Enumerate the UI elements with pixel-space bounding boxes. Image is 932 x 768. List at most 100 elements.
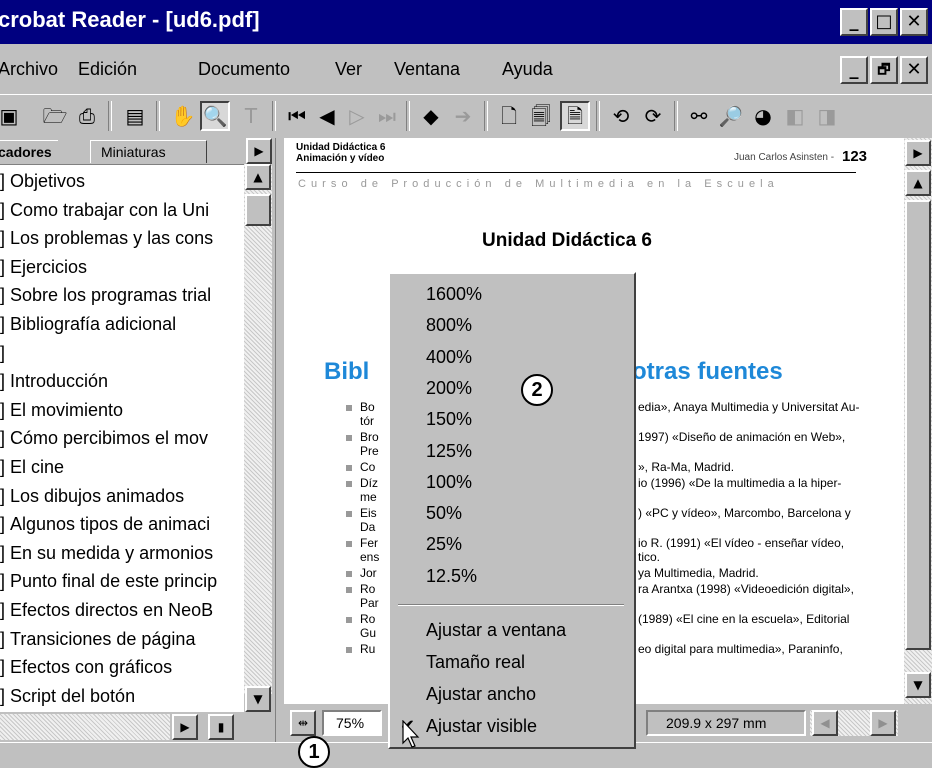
- doc-scroll-thumb[interactable]: [905, 200, 931, 650]
- zoom-option[interactable]: 100%: [426, 472, 472, 493]
- maximize-button[interactable]: □: [870, 8, 898, 36]
- biblio-entry-end: », Ra-Ma, Madrid.: [638, 460, 735, 474]
- bookmark-item[interactable]: ] El movimiento: [0, 396, 123, 424]
- single-page-icon[interactable]: 🗋: [494, 101, 524, 131]
- bookmark-label: En su medida y armonios: [10, 542, 214, 563]
- bookmark-item[interactable]: ] Punto final de este princip: [0, 567, 217, 595]
- doc-scroll-down-button[interactable]: ▼: [905, 672, 931, 698]
- zoom-option[interactable]: 125%: [426, 441, 472, 462]
- hscroll-left-button[interactable]: ◀: [812, 710, 838, 736]
- bookmark-item[interactable]: ] En su medida y armonios: [0, 539, 213, 567]
- title-bar: crobat Reader - [ud6.pdf] _ □ ✕: [0, 0, 932, 44]
- continuous-icon[interactable]: 🗐: [526, 101, 556, 131]
- scroll-thumb[interactable]: [245, 194, 271, 226]
- bookmark-icon: ]: [0, 542, 6, 563]
- zoom-option[interactable]: 1600%: [426, 284, 482, 305]
- doc-header-topic: Animación y vídeo: [296, 153, 385, 164]
- zoom-option[interactable]: 800%: [426, 315, 472, 336]
- zoom-option[interactable]: 200%: [426, 378, 472, 399]
- bookmark-item[interactable]: ]: [0, 339, 10, 367]
- find-icon[interactable]: ⚯: [684, 101, 714, 131]
- tab-thumbnails[interactable]: Miniaturas: [90, 140, 207, 163]
- rotate-right-icon[interactable]: ⟳: [638, 101, 668, 131]
- next-page-icon[interactable]: ▷: [342, 101, 372, 131]
- prev-page-icon[interactable]: ◀: [312, 101, 342, 131]
- bookmark-icon: ]: [0, 228, 6, 249]
- zoom-option[interactable]: 150%: [426, 409, 472, 430]
- zoom-fit-option[interactable]: Ajustar ancho: [426, 684, 536, 705]
- zoom-option[interactable]: 50%: [426, 503, 462, 524]
- bookmark-icon: ]: [0, 285, 6, 306]
- bookmark-item[interactable]: ] Como trabajar con la Uni: [0, 196, 209, 224]
- bookmark-item[interactable]: ] Los problemas y las cons: [0, 224, 213, 252]
- menu-ver[interactable]: Ver: [335, 59, 362, 80]
- bookmark-item[interactable]: ] Efectos directos en NeoB: [0, 596, 213, 624]
- bookmark-scrollbar[interactable]: [244, 164, 272, 694]
- bookmark-label: Efectos con gráficos: [10, 657, 173, 678]
- bookmark-item[interactable]: ] Cómo percibimos el mov: [0, 424, 208, 452]
- bookmark-label: Efectos directos en NeoB: [10, 600, 214, 620]
- prev-result-icon[interactable]: ◧: [780, 101, 810, 131]
- bookmark-item[interactable]: ] Transiciones de página: [0, 625, 195, 653]
- doc-minimize-button[interactable]: _: [840, 56, 868, 84]
- text-select-icon[interactable]: T: [236, 101, 266, 131]
- zoom-fit-option[interactable]: Ajustar a ventana: [426, 620, 566, 641]
- forward-icon[interactable]: ➔: [448, 101, 478, 131]
- bookmark-item[interactable]: ] Bibliografía adicional: [0, 310, 176, 338]
- zoom-tool-icon[interactable]: 🔍: [200, 101, 230, 131]
- toolbar-separator: [674, 101, 678, 131]
- close-button[interactable]: ✕: [900, 8, 928, 36]
- scroll-up-button[interactable]: ▲: [245, 164, 271, 190]
- bookmark-item[interactable]: ] Script del botón: [0, 682, 135, 710]
- zoom-fit-option[interactable]: Ajustar visible: [426, 716, 537, 737]
- next-result-icon[interactable]: ◨: [812, 101, 842, 131]
- menu-edicion[interactable]: Edición: [78, 59, 137, 80]
- bookmark-item[interactable]: ] Efectos con gráficos: [0, 653, 172, 681]
- zoom-option[interactable]: 25%: [426, 534, 462, 555]
- facing-icon[interactable]: 🗎: [560, 101, 590, 131]
- zoom-option[interactable]: 400%: [426, 347, 472, 368]
- minimize-button[interactable]: _: [840, 8, 868, 36]
- bookmark-item[interactable]: ] Sobre los programas trial: [0, 281, 211, 309]
- panel-menu-button[interactable]: ▶: [246, 138, 272, 164]
- bookmark-item[interactable]: ] Objetivos: [0, 167, 85, 195]
- bookmark-item[interactable]: ] Introducción: [0, 367, 108, 395]
- panel-expand-button[interactable]: ▮: [208, 714, 234, 740]
- open-icon[interactable]: 🗁: [40, 101, 70, 131]
- scroll-right-button[interactable]: ▶: [172, 714, 198, 740]
- bookmark-hscroll: ▶ ▮: [0, 712, 275, 742]
- rotate-left-icon[interactable]: ⟲: [606, 101, 636, 131]
- bookmark-item[interactable]: ] Algunos tipos de animaci: [0, 510, 210, 538]
- bookmark-icon: ]: [0, 428, 6, 449]
- hsplit-icon[interactable]: ⇹: [290, 710, 316, 736]
- doc-close-button[interactable]: ✕: [900, 56, 928, 84]
- zoom-field[interactable]: 75%: [322, 710, 382, 736]
- doc-restore-button[interactable]: 🗗: [870, 56, 898, 84]
- bookmark-item[interactable]: ] Los dibujos animados: [0, 482, 184, 510]
- search-icon[interactable]: 🔎: [716, 101, 746, 131]
- bookmark-item[interactable]: ] Ejercicios: [0, 253, 87, 281]
- menu-ayuda[interactable]: Ayuda: [502, 59, 553, 80]
- last-page-icon[interactable]: ⏭: [372, 101, 402, 131]
- toolbar-separator: [484, 101, 488, 131]
- doc-panel-button[interactable]: ▶: [905, 140, 931, 166]
- biblio-text-left: Bro: [360, 430, 379, 444]
- zoom-option[interactable]: 12.5%: [426, 566, 477, 587]
- first-page-icon[interactable]: ⏮: [282, 101, 312, 131]
- print-icon[interactable]: ⎙: [72, 101, 102, 131]
- hand-tool-icon[interactable]: ✋: [168, 101, 198, 131]
- zoom-fit-option[interactable]: Tamaño real: [426, 652, 525, 673]
- doc-scroll-up-button[interactable]: ▲: [905, 170, 931, 196]
- page-layout-icon[interactable]: ▤: [120, 101, 150, 131]
- hscroll-right-button[interactable]: ▶: [870, 710, 896, 736]
- menu-separator: [398, 604, 624, 606]
- tab-bookmarks[interactable]: cadores: [0, 140, 58, 163]
- menu-ventana[interactable]: Ventana: [394, 59, 460, 80]
- back-icon[interactable]: ◆: [416, 101, 446, 131]
- bookmark-item[interactable]: ] El cine: [0, 453, 64, 481]
- menu-documento[interactable]: Documento: [198, 59, 290, 80]
- web-search-icon[interactable]: ◕: [748, 101, 778, 131]
- scroll-down-button[interactable]: ▼: [245, 686, 271, 712]
- menu-archivo[interactable]: Archivo: [0, 59, 58, 80]
- hscroll-track[interactable]: [0, 714, 170, 740]
